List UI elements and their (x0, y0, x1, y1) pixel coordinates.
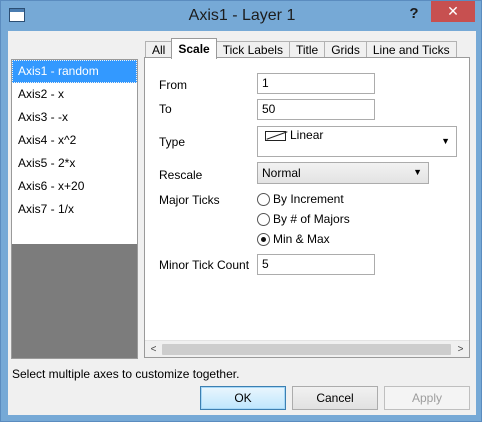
to-field[interactable]: 50 (257, 99, 375, 120)
scale-panel: From 1 To 50 Type Linear ▼ Rescale Norma… (144, 57, 470, 358)
type-select[interactable]: Linear ▼ (257, 126, 457, 157)
from-field[interactable]: 1 (257, 73, 375, 94)
type-value: Linear (290, 128, 324, 142)
title-bar[interactable]: Axis1 - Layer 1 ? ✕ (1, 1, 481, 31)
type-label: Type (159, 135, 186, 149)
scroll-left-icon[interactable]: < (145, 342, 162, 357)
hint-text: Select multiple axes to customize togeth… (12, 367, 240, 381)
rescale-select[interactable]: Normal ▼ (257, 162, 429, 184)
axis-list-item[interactable]: Axis2 - x (12, 83, 137, 106)
scroll-right-icon[interactable]: > (452, 342, 469, 357)
dialog-body: Axis1 - random Axis2 - x Axis3 - -x Axis… (8, 31, 476, 415)
linear-scale-icon (265, 131, 286, 141)
rescale-label: Rescale (159, 168, 203, 182)
minor-tick-count-label: Minor Tick Count (159, 258, 250, 272)
axis-list[interactable]: Axis1 - random Axis2 - x Axis3 - -x Axis… (11, 59, 138, 359)
axis-list-item[interactable]: Axis1 - random (12, 60, 137, 83)
radio-icon (257, 213, 270, 226)
scrollbar-thumb[interactable] (162, 344, 451, 355)
chevron-down-icon: ▼ (441, 136, 450, 146)
radio-label: Min & Max (273, 232, 330, 246)
dialog-window: Axis1 - Layer 1 ? ✕ Axis1 - random Axis2… (0, 0, 482, 422)
close-button[interactable]: ✕ (431, 1, 475, 22)
ok-button[interactable]: OK (200, 386, 286, 410)
horizontal-scrollbar[interactable]: < > (145, 340, 469, 357)
tab-scale[interactable]: Scale (171, 38, 217, 59)
help-button[interactable]: ? (404, 4, 424, 24)
radio-icon (257, 193, 270, 206)
major-ticks-label: Major Ticks (159, 193, 220, 207)
tab-strip: All Scale Tick Labels Title Grids Line a… (145, 38, 457, 59)
cancel-button[interactable]: Cancel (292, 386, 378, 410)
axis-list-items: Axis1 - random Axis2 - x Axis3 - -x Axis… (12, 60, 137, 244)
rescale-value: Normal (262, 166, 301, 180)
chevron-down-icon: ▼ (413, 167, 422, 177)
minor-tick-count-field[interactable]: 5 (257, 254, 375, 275)
axis-list-item[interactable]: Axis7 - 1/x (12, 198, 137, 221)
axis-list-item[interactable]: Axis6 - x+20 (12, 175, 137, 198)
radio-selected-icon (257, 233, 270, 246)
radio-label: By Increment (273, 192, 344, 206)
axis-list-item[interactable]: Axis5 - 2*x (12, 152, 137, 175)
axis-list-item[interactable]: Axis4 - x^2 (12, 129, 137, 152)
axis-list-item[interactable]: Axis3 - -x (12, 106, 137, 129)
from-label: From (159, 78, 187, 92)
apply-button[interactable]: Apply (384, 386, 470, 410)
to-label: To (159, 102, 172, 116)
radio-label: By # of Majors (273, 212, 350, 226)
